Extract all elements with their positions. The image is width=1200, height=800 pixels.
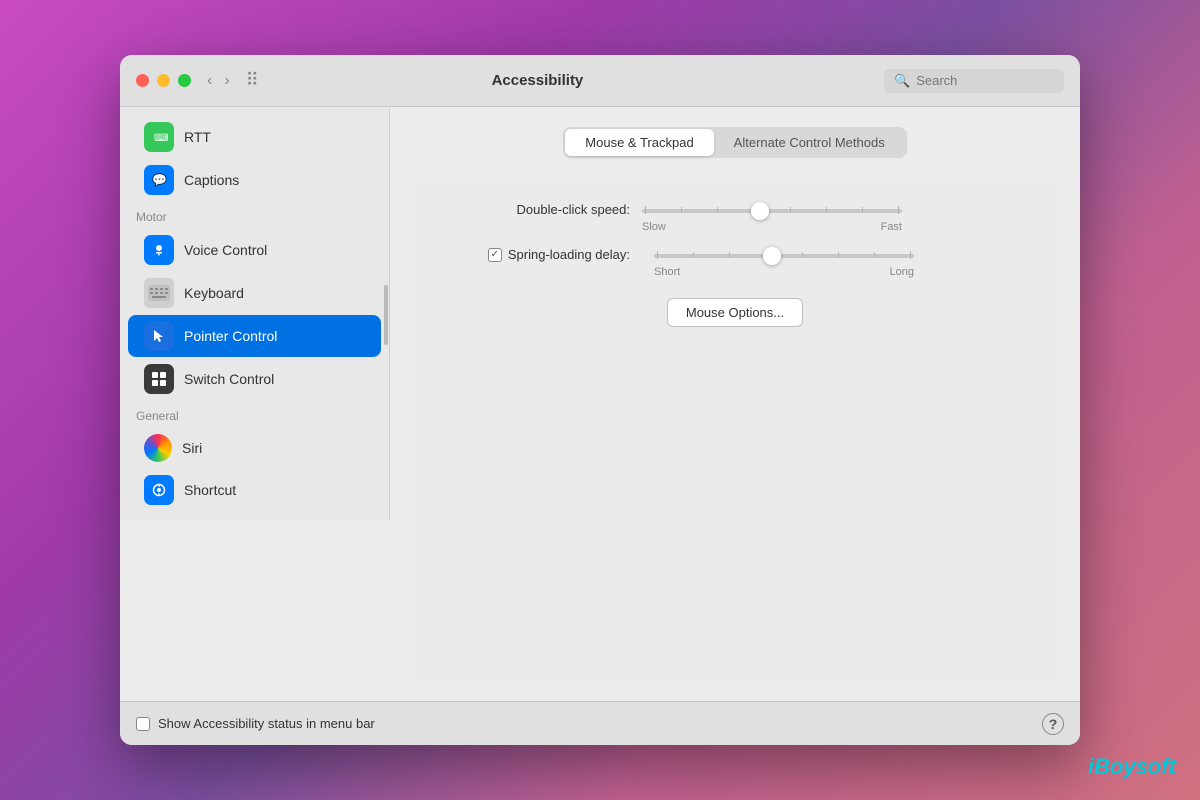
voice-control-icon xyxy=(144,235,174,265)
rtt-label: RTT xyxy=(184,129,211,145)
shortcut-icon xyxy=(144,475,174,505)
window-title: Accessibility xyxy=(271,72,804,89)
pointer-control-label: Pointer Control xyxy=(184,328,277,344)
sidebar-item-siri[interactable]: Siri xyxy=(128,428,381,468)
keyboard-icon xyxy=(144,278,174,308)
close-button[interactable] xyxy=(136,74,149,87)
status-bar-label: Show Accessibility status in menu bar xyxy=(158,716,375,731)
siri-icon xyxy=(144,434,172,462)
sidebar: ⌨ RTT 💬 Captions Motor Voice Cont xyxy=(120,107,390,520)
switch-control-label: Switch Control xyxy=(184,371,274,387)
double-click-section: Double-click speed: xyxy=(440,202,1030,233)
tabs-container: Mouse & Trackpad Alternate Control Metho… xyxy=(410,127,1060,158)
double-click-thumb[interactable] xyxy=(751,202,769,220)
spring-loading-thumb[interactable] xyxy=(763,247,781,265)
spring-loading-row: ✓ Spring-loading delay: xyxy=(440,247,1030,262)
iboysoft-watermark: iBoysoft xyxy=(1088,754,1176,780)
titlebar: ‹ › ⠿ Accessibility 🔍 xyxy=(120,55,1080,107)
spring-loading-section: ✓ Spring-loading delay: xyxy=(440,247,1030,278)
search-icon: 🔍 xyxy=(894,73,910,89)
short-label: Short xyxy=(654,266,680,278)
switch-control-icon xyxy=(144,364,174,394)
sidebar-item-voice-control[interactable]: Voice Control xyxy=(128,229,381,271)
panel-content: Double-click speed: xyxy=(410,178,1060,681)
spring-loading-checkbox[interactable]: ✓ xyxy=(488,248,502,262)
sidebar-item-captions[interactable]: 💬 Captions xyxy=(128,159,381,201)
status-bar-checkbox[interactable] xyxy=(136,717,150,731)
forward-button[interactable]: › xyxy=(220,70,233,92)
spring-loading-label: Spring-loading delay: xyxy=(508,247,630,262)
content-area: ⌨ RTT 💬 Captions Motor Voice Cont xyxy=(120,107,1080,701)
fast-label: Fast xyxy=(881,221,902,233)
sidebar-item-pointer-control[interactable]: Pointer Control xyxy=(128,315,381,357)
panel-bottom: Mouse Options... xyxy=(440,298,1030,327)
rtt-icon: ⌨ xyxy=(144,122,174,152)
sidebar-wrapper: ⌨ RTT 💬 Captions Motor Voice Cont xyxy=(120,107,390,701)
double-click-label: Double-click speed: xyxy=(440,202,630,217)
spring-loading-label-area: ✓ Spring-loading delay: xyxy=(440,247,630,262)
status-bar-checkbox-row: Show Accessibility status in menu bar xyxy=(136,716,375,731)
grid-icon: ⠿ xyxy=(246,70,259,91)
nav-arrows: ‹ › xyxy=(203,70,234,92)
spring-loading-scale: Short Long xyxy=(440,266,1030,278)
double-click-scale: Slow Fast xyxy=(440,221,1030,233)
captions-icon: 💬 xyxy=(144,165,174,195)
bottom-bar: Show Accessibility status in menu bar ? xyxy=(120,701,1080,745)
svg-text:💬: 💬 xyxy=(152,173,167,187)
sidebar-item-rtt[interactable]: ⌨ RTT xyxy=(128,116,381,158)
spring-loading-slider[interactable] xyxy=(654,254,914,258)
main-panel: Mouse & Trackpad Alternate Control Metho… xyxy=(390,107,1080,701)
scrollbar-indicator xyxy=(384,285,388,345)
sidebar-item-shortcut[interactable]: Shortcut xyxy=(128,469,381,511)
help-button[interactable]: ? xyxy=(1042,713,1064,735)
tab-group: Mouse & Trackpad Alternate Control Metho… xyxy=(563,127,906,158)
minimize-button[interactable] xyxy=(157,74,170,87)
tab-alternate-control[interactable]: Alternate Control Methods xyxy=(714,129,905,156)
voice-control-label: Voice Control xyxy=(184,242,267,258)
slow-label: Slow xyxy=(642,221,666,233)
window-controls xyxy=(136,74,191,87)
tab-mouse-trackpad[interactable]: Mouse & Trackpad xyxy=(565,129,713,156)
svg-text:⌨: ⌨ xyxy=(154,133,168,144)
search-bar[interactable]: 🔍 xyxy=(884,69,1064,93)
double-click-row: Double-click speed: xyxy=(440,202,1030,217)
search-input[interactable] xyxy=(916,73,1054,88)
long-label: Long xyxy=(890,266,914,278)
mouse-options-button[interactable]: Mouse Options... xyxy=(667,298,803,327)
main-window: ‹ › ⠿ Accessibility 🔍 ⌨ RTT xyxy=(120,55,1080,745)
pointer-control-icon xyxy=(144,321,174,351)
double-click-slider[interactable] xyxy=(642,209,902,213)
motor-section-label: Motor xyxy=(120,202,389,228)
general-section-label: General xyxy=(120,401,389,427)
back-button[interactable]: ‹ xyxy=(203,70,216,92)
maximize-button[interactable] xyxy=(178,74,191,87)
shortcut-label: Shortcut xyxy=(184,482,236,498)
siri-label: Siri xyxy=(182,440,202,456)
captions-label: Captions xyxy=(184,172,239,188)
keyboard-label: Keyboard xyxy=(184,285,244,301)
sidebar-item-keyboard[interactable]: Keyboard xyxy=(128,272,381,314)
sidebar-item-switch-control[interactable]: Switch Control xyxy=(128,358,381,400)
